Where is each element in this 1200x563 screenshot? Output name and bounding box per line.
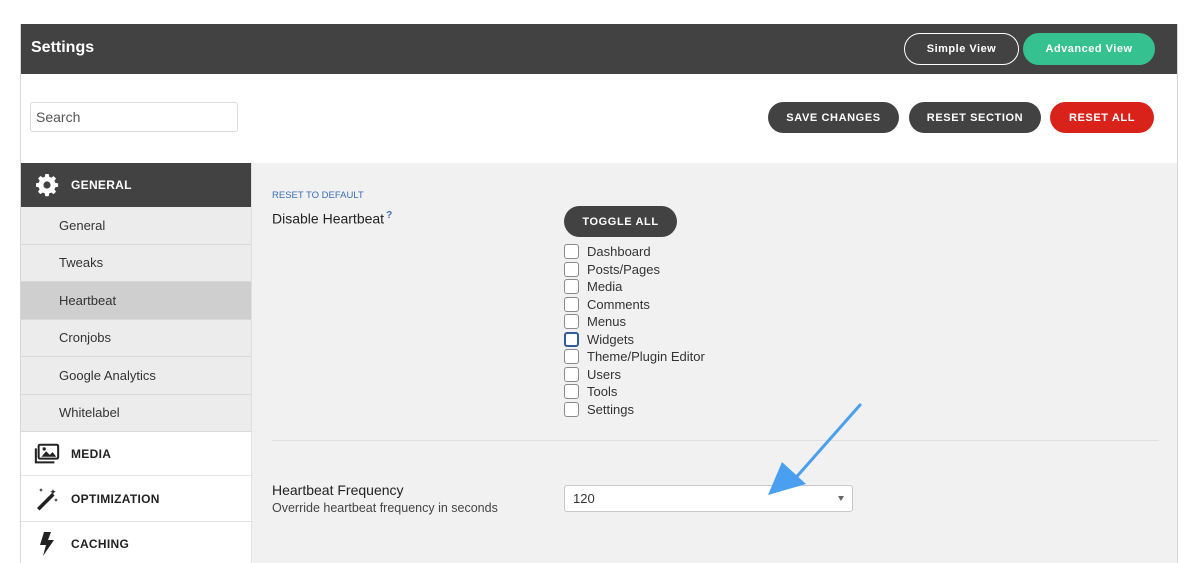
- checkbox-label: Settings: [587, 401, 634, 417]
- sidebar: GENERAL General Tweaks Heartbeat Cronjob…: [21, 163, 252, 563]
- lightning-icon: [34, 531, 60, 557]
- page-title: Settings: [31, 39, 95, 56]
- images-icon: [34, 441, 60, 467]
- reset-to-default-link[interactable]: RESET TO DEFAULT: [272, 190, 364, 201]
- annotation-arrow-icon: [768, 403, 862, 495]
- checkbox[interactable]: [564, 349, 579, 365]
- main-content: RESET TO DEFAULT Disable Heartbeat? TOGG…: [252, 163, 1177, 563]
- sidebar-section-label: CACHING: [71, 536, 130, 551]
- sidebar-item-heartbeat[interactable]: Heartbeat: [21, 282, 251, 320]
- checkbox[interactable]: [564, 244, 579, 260]
- checkbox-row-menus[interactable]: Menus: [564, 313, 705, 331]
- checkbox[interactable]: [564, 314, 579, 330]
- advanced-view-button[interactable]: Advanced View: [1023, 33, 1155, 65]
- checkbox[interactable]: [564, 366, 579, 382]
- checkbox-label: Users: [587, 366, 621, 382]
- checkbox[interactable]: [564, 296, 579, 312]
- checkbox-row-tools[interactable]: Tools: [564, 383, 705, 401]
- checkbox-row-comments[interactable]: Comments: [564, 296, 705, 314]
- sidebar-section-caching[interactable]: CACHING: [21, 522, 251, 563]
- sidebar-item-google-analytics[interactable]: Google Analytics: [21, 357, 251, 395]
- heartbeat-frequency-description: Override heartbeat frequency in seconds: [272, 501, 498, 515]
- disable-heartbeat-label: Disable Heartbeat?: [272, 210, 392, 227]
- checkbox[interactable]: [564, 401, 579, 417]
- checkbox-label: Comments: [587, 296, 650, 312]
- checkbox-row-users[interactable]: Users: [564, 366, 705, 384]
- disable-heartbeat-text: Disable Heartbeat: [272, 210, 385, 227]
- checkbox-row-settings[interactable]: Settings: [564, 401, 705, 419]
- sidebar-section-media[interactable]: MEDIA: [21, 432, 251, 476]
- checkbox-row-media[interactable]: Media: [564, 278, 705, 296]
- checkbox[interactable]: [564, 261, 579, 277]
- checkbox[interactable]: [564, 384, 579, 400]
- save-changes-button[interactable]: SAVE CHANGES: [768, 102, 899, 133]
- checkbox-label: Menus: [587, 314, 627, 330]
- checkbox-label: Theme/Plugin Editor: [587, 349, 705, 365]
- sidebar-section-optimization[interactable]: OPTIMIZATION: [21, 476, 251, 522]
- reset-section-button[interactable]: RESET SECTION: [909, 102, 1041, 133]
- checkbox-label: Tools: [587, 384, 618, 400]
- help-icon[interactable]: ?: [386, 210, 392, 221]
- sidebar-item-tweaks[interactable]: Tweaks: [21, 244, 251, 282]
- checkbox-label: Posts/Pages: [587, 261, 660, 277]
- heartbeat-checkbox-list: Dashboard Posts/Pages Media Comments Men…: [564, 243, 705, 418]
- toolbar: SAVE CHANGES RESET SECTION RESET ALL: [21, 74, 1177, 163]
- select-value: 120: [573, 491, 595, 506]
- sidebar-section-label: OPTIMIZATION: [71, 491, 160, 506]
- sidebar-section-general[interactable]: GENERAL: [21, 163, 251, 207]
- reset-all-button[interactable]: RESET ALL: [1050, 102, 1154, 133]
- header-bar: Settings Simple View Advanced View: [21, 24, 1177, 74]
- sidebar-section-label: MEDIA: [71, 446, 112, 461]
- heartbeat-frequency-label: Heartbeat Frequency: [272, 482, 404, 498]
- checkbox-label: Dashboard: [587, 244, 651, 260]
- checkbox-label: Media: [587, 279, 623, 295]
- checkbox[interactable]: [564, 279, 579, 295]
- checkbox-row-theme-plugin-editor[interactable]: Theme/Plugin Editor: [564, 348, 705, 366]
- search-input[interactable]: [30, 102, 238, 132]
- sidebar-section-label: GENERAL: [71, 178, 132, 192]
- magic-wand-icon: [34, 486, 60, 512]
- gear-icon: [34, 172, 60, 198]
- sidebar-item-whitelabel[interactable]: Whitelabel: [21, 394, 251, 432]
- settings-panel: Settings Simple View Advanced View SAVE …: [20, 24, 1178, 563]
- checkbox-row-dashboard[interactable]: Dashboard: [564, 243, 705, 261]
- toggle-all-button[interactable]: TOGGLE ALL: [564, 206, 677, 237]
- checkbox-label: Widgets: [587, 331, 634, 347]
- simple-view-button[interactable]: Simple View: [904, 33, 1019, 65]
- sidebar-item-cronjobs[interactable]: Cronjobs: [21, 319, 251, 357]
- checkbox[interactable]: [564, 331, 579, 347]
- checkbox-row-posts-pages[interactable]: Posts/Pages: [564, 261, 705, 279]
- section-divider: [272, 440, 1159, 441]
- checkbox-row-widgets[interactable]: Widgets: [564, 331, 705, 349]
- sidebar-item-general[interactable]: General: [21, 207, 251, 245]
